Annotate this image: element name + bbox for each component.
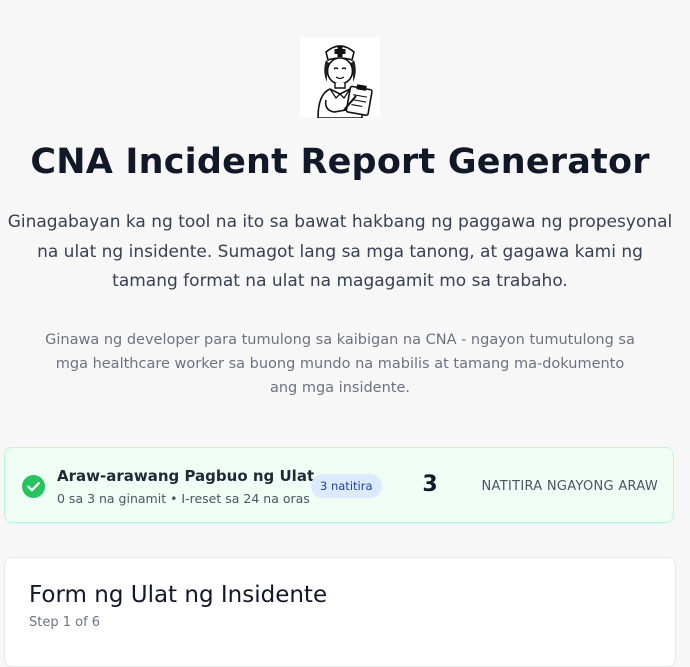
check-circle-icon	[22, 475, 45, 498]
usage-subtitle: 0 sa 3 na ginamit • I-reset sa 24 na ora…	[57, 491, 310, 506]
developer-credit: Ginawa ng developer para tumulong sa kai…	[45, 332, 635, 396]
remaining-count: 3	[422, 472, 438, 497]
remaining-badge: 3 natitira	[311, 474, 382, 498]
form-step-indicator: Step 1 of 6	[29, 615, 101, 630]
nurse-with-clipboard-icon	[300, 38, 380, 118]
usage-title: Araw-arawang Pagbuo ng Ulat	[57, 467, 315, 485]
daily-usage-card: Araw-arawang Pagbuo ng Ulat 0 sa 3 na gi…	[4, 447, 674, 523]
page-description: Ginagabayan ka ng tool na ito sa bawat h…	[7, 212, 673, 291]
page-title: CNA Incident Report Generator	[30, 142, 650, 182]
form-title: Form ng Ulat ng Insidente	[29, 582, 328, 608]
incident-report-form: Form ng Ulat ng Insidente Step 1 of 6	[4, 557, 676, 667]
remaining-label: NATITIRA NGAYONG ARAW	[481, 479, 658, 494]
